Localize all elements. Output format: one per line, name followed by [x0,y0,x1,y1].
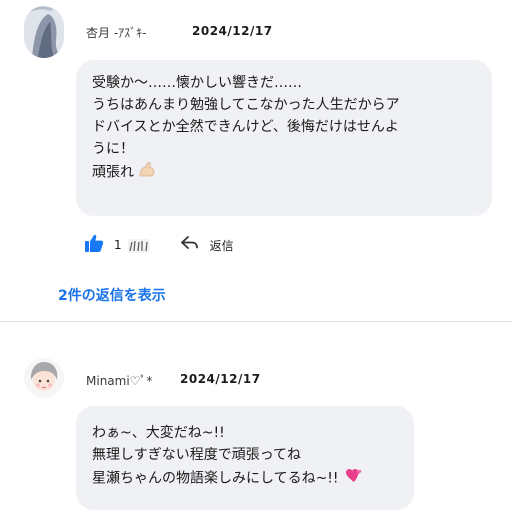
two-hearts-emoji [343,466,363,491]
comment-text-line: うちはあんまり勉強してこなかった人生だからア [92,97,400,113]
user-name[interactable]: 杏月 -ｱｽﾞｷ- [86,24,146,41]
comment-text-line: 頑張れ [92,164,134,181]
comment-bubble: わぁ~、大変だね~!! 無理しすぎない程度で頑張ってね 星瀬ちゃんの物語楽しみに… [76,406,414,510]
user-name[interactable]: Minami♡ﾟ* [86,372,152,389]
reactor-avatar [127,238,150,253]
flexed-biceps-emoji [138,160,156,185]
comment-date: 2024/12/17 [192,24,273,38]
comment-text-line: わぁ~、大変だね~!! [92,425,225,441]
comment-text-line: うに！ [92,141,134,157]
comment-date: 2024/12/17 [180,372,261,386]
view-replies-link[interactable]: 2件の返信を表示 [58,285,166,305]
comment-text-line: 無理しすぎない程度で頑張ってね [92,447,302,463]
comment-bubble: 受験か〜……懐かしい響きだ…… うちはあんまり勉強してこなかった人生だからア ド… [76,60,492,216]
like-button[interactable]: 1 [84,233,150,257]
comment-text-line: ドバイスとか全然できんけど、後悔だけはせんよ [92,119,399,135]
user-avatar[interactable] [24,6,64,58]
comment-text-line: 星瀬ちゃんの物語楽しみにしてるね~!! [92,470,339,487]
like-count: 1 [114,238,122,252]
reply-label: 返信 [209,238,234,253]
thumbs-up-icon[interactable] [84,233,104,257]
comment-divider [0,321,512,322]
reply-arrow-icon[interactable] [180,235,200,255]
comment-text-line: 受験か〜……懐かしい響きだ…… [92,75,302,91]
comment-actions: 1 返信 [84,232,234,258]
user-avatar[interactable] [24,358,64,398]
reply-button[interactable]: 返信 [180,235,234,255]
